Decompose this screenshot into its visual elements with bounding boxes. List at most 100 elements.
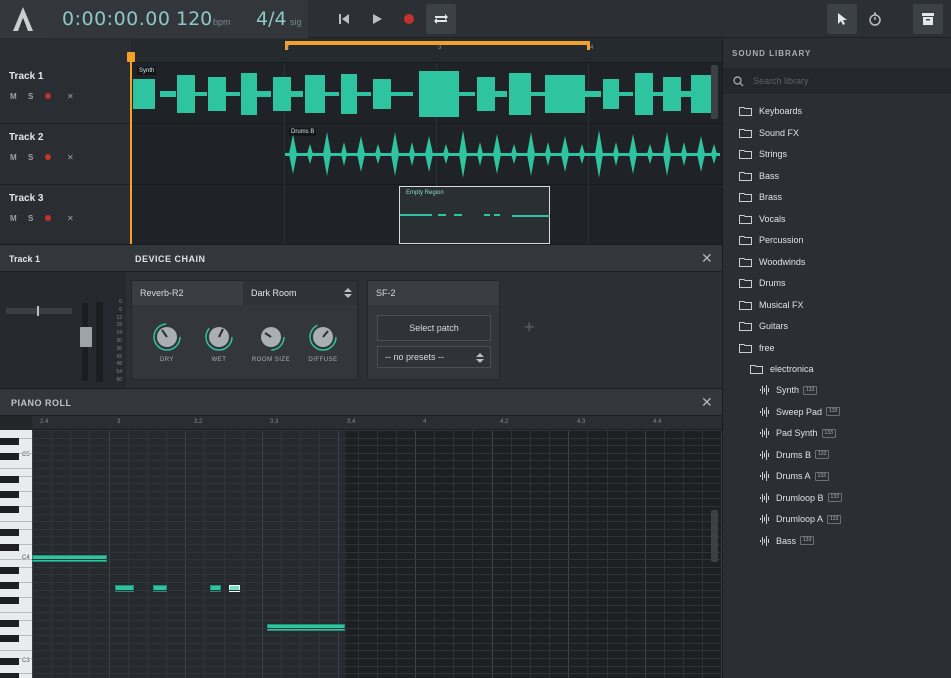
library-folder[interactable]: Guitars xyxy=(739,317,788,335)
library-folder[interactable]: Drums xyxy=(739,274,786,292)
timeline-ruler[interactable]: 2 3 4 xyxy=(131,39,722,63)
arrangement-scrollbar[interactable] xyxy=(711,65,718,119)
close-device-chain-icon[interactable]: ✕ xyxy=(701,250,713,267)
grid-row-line xyxy=(32,544,722,545)
metronome-button[interactable] xyxy=(860,4,890,34)
reverb-preset-select[interactable]: Dark Room xyxy=(243,281,357,305)
device-chain-title: DEVICE CHAIN xyxy=(135,254,206,264)
black-key[interactable] xyxy=(0,475,19,483)
black-key[interactable] xyxy=(0,506,19,513)
arm-record-icon[interactable] xyxy=(45,154,51,160)
library-sample[interactable]: Synth 133 xyxy=(760,381,818,399)
piano-roll-scrollbar[interactable] xyxy=(711,510,718,562)
dry-knob[interactable] xyxy=(153,323,181,351)
library-folder[interactable]: Keyboards xyxy=(739,102,802,120)
midi-note[interactable] xyxy=(210,585,221,592)
library-folder[interactable]: Vocals xyxy=(739,210,786,228)
midi-note[interactable] xyxy=(115,585,134,592)
audio-region-synth[interactable]: Synth xyxy=(133,65,720,122)
library-sample[interactable]: Drumloop B 133 xyxy=(760,489,842,507)
library-folder[interactable]: Bass xyxy=(739,167,779,185)
mute-button[interactable]: M xyxy=(10,214,17,223)
folder-icon xyxy=(739,257,752,267)
play-button[interactable] xyxy=(362,4,392,34)
arm-record-icon[interactable] xyxy=(45,93,51,99)
bpm-value[interactable]: 120 xyxy=(176,8,212,30)
empty-midi-region[interactable]: Empty Region xyxy=(399,186,550,244)
solo-button[interactable]: S xyxy=(28,214,33,223)
time-signature-value[interactable]: 4/4 xyxy=(256,8,287,30)
grid-row-line xyxy=(32,498,722,500)
library-sample[interactable]: Sweep Pad 133 xyxy=(760,403,841,421)
room-size-knob[interactable] xyxy=(257,323,285,351)
track-header-3[interactable]: Track 3 M S ✕ xyxy=(0,185,131,246)
midi-note[interactable] xyxy=(153,585,167,592)
library-folder[interactable]: Percussion xyxy=(739,231,804,249)
grid-row-line xyxy=(32,521,722,523)
library-sample[interactable]: Pad Synth 133 xyxy=(760,424,836,442)
library-subfolder[interactable]: electronica xyxy=(750,360,814,378)
loop-toggle-button[interactable] xyxy=(426,4,456,34)
library-sample[interactable]: Drumloop A 133 xyxy=(760,510,842,528)
record-button[interactable] xyxy=(394,4,424,34)
black-key[interactable] xyxy=(0,658,19,665)
black-key[interactable] xyxy=(0,582,19,589)
track-header-1[interactable]: Track 1 M S ✕ xyxy=(0,63,131,124)
piano-roll-ruler[interactable]: 2.4 3 3.2 3.3 3.4 4 4.2 4.3 4.4 xyxy=(32,416,722,430)
track-header-2[interactable]: Track 2 M S ✕ xyxy=(0,124,131,185)
pointer-tool-button[interactable] xyxy=(827,4,857,34)
library-search-input[interactable] xyxy=(753,73,943,89)
mute-button[interactable]: M xyxy=(10,153,17,162)
pan-slider-handle[interactable] xyxy=(37,306,39,316)
note-grid[interactable] xyxy=(32,430,722,678)
grid-row-line xyxy=(32,430,722,431)
knob-label: ROOM SIZE xyxy=(251,357,291,363)
black-key[interactable] xyxy=(0,437,19,445)
midi-note-selected[interactable] xyxy=(229,585,240,592)
ruler-tick: 4.3 xyxy=(577,419,586,425)
select-patch-button[interactable]: Select patch xyxy=(377,315,491,341)
black-key[interactable] xyxy=(0,635,19,643)
library-sample[interactable]: Drums B 133 xyxy=(760,446,830,464)
library-folder[interactable]: Brass xyxy=(739,188,782,206)
solo-button[interactable]: S xyxy=(28,153,33,162)
pan-slider[interactable] xyxy=(6,308,72,314)
black-key[interactable] xyxy=(0,544,19,551)
save-project-button[interactable] xyxy=(913,4,943,34)
solo-button[interactable]: S xyxy=(28,92,33,101)
add-device-button[interactable]: + xyxy=(524,317,535,338)
black-key[interactable] xyxy=(0,673,19,678)
library-sample[interactable]: Drums A 133 xyxy=(760,467,829,485)
diffuse-knob[interactable] xyxy=(309,323,337,351)
library-folder[interactable]: Sound FX xyxy=(739,124,799,142)
library-folder[interactable]: Musical FX xyxy=(739,296,804,314)
black-key[interactable] xyxy=(0,566,19,574)
rewind-button[interactable] xyxy=(329,4,359,34)
library-folder[interactable]: free xyxy=(739,339,775,357)
library-folder[interactable]: Woodwinds xyxy=(739,253,805,271)
black-key[interactable] xyxy=(0,490,19,498)
audio-region-drums-b[interactable]: Drums B xyxy=(285,126,720,183)
black-key[interactable] xyxy=(0,452,19,460)
grid-row-line xyxy=(32,536,722,538)
remove-track-button[interactable]: ✕ xyxy=(67,92,74,101)
sample-count-badge: 133 xyxy=(814,471,829,481)
remove-track-button[interactable]: ✕ xyxy=(67,153,74,162)
black-key[interactable] xyxy=(0,597,19,605)
playhead-handle[interactable] xyxy=(127,52,135,62)
library-folder[interactable]: Strings xyxy=(739,145,787,163)
black-key[interactable] xyxy=(0,528,19,536)
audio-waveform-icon xyxy=(760,385,769,395)
presets-select[interactable]: -- no presets -- xyxy=(377,346,491,368)
white-key-separator xyxy=(0,468,32,469)
arm-record-icon[interactable] xyxy=(45,215,51,221)
ruler-tick: 4 xyxy=(590,45,594,51)
close-piano-roll-icon[interactable]: ✕ xyxy=(701,394,713,411)
library-sample[interactable]: Bass 133 xyxy=(760,532,815,550)
volume-fader-handle[interactable] xyxy=(80,327,92,347)
remove-track-button[interactable]: ✕ xyxy=(67,214,74,223)
mute-button[interactable]: M xyxy=(10,92,17,101)
piano-keyboard[interactable]: C5 C4 C3 xyxy=(0,430,32,678)
black-key[interactable] xyxy=(0,620,19,627)
wet-knob[interactable] xyxy=(205,323,233,351)
